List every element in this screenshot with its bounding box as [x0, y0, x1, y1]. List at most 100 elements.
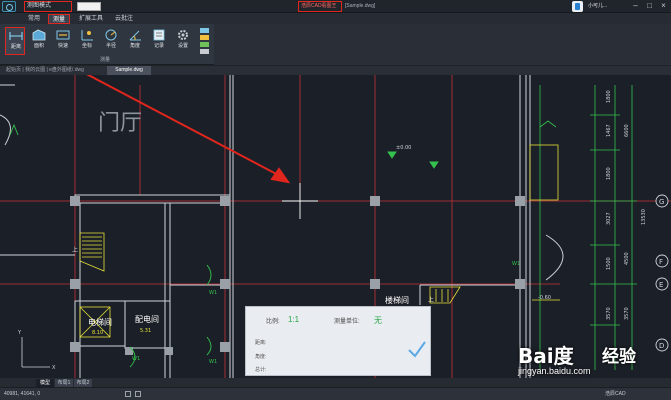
tab-layout-1[interactable]: 布局1: [55, 379, 73, 387]
angle-result-label: 角度:: [255, 354, 267, 360]
crosshair-cursor: [282, 183, 318, 219]
mode-dropdown[interactable]: [77, 2, 101, 11]
ribbon-mini-tools: [200, 28, 210, 56]
watermark-url: jingyan.baidu.com: [518, 366, 591, 376]
coordinate-readout: 40981, 41641, 0: [4, 391, 41, 397]
axis-label-f: F: [659, 258, 663, 266]
stair-up-left: 上: [72, 246, 78, 254]
tab-cloud-annotation[interactable]: 云批注: [112, 14, 136, 24]
maximize-button[interactable]: □: [645, 1, 654, 11]
room-label-elevator: 电梯间: [88, 317, 112, 327]
document-title: [Sample.dwg]: [345, 3, 376, 9]
room-label-lobby: 门厅: [98, 111, 142, 136]
dimension-text: 3570: [606, 307, 612, 320]
mini-tool-icon[interactable]: [200, 28, 209, 33]
quick-icon: [56, 30, 70, 40]
breadcrumb[interactable]: 起始页 | 我的云图 | e盘外图纸/.dwg: [6, 66, 84, 75]
close-button[interactable]: ×: [659, 1, 668, 11]
axis-label-e: E: [659, 281, 663, 289]
username: 小可儿...: [588, 3, 608, 9]
mini-tool-icon[interactable]: [200, 35, 209, 40]
tab-measure[interactable]: 测量: [48, 14, 70, 24]
dimension-text: 1800: [606, 167, 612, 180]
scale-value[interactable]: 1:1: [288, 315, 299, 324]
area-icon: [32, 29, 46, 41]
zoom-icon[interactable]: [135, 391, 141, 397]
mode-label: 测图模式: [27, 3, 52, 9]
axis-bubbles: [655, 194, 669, 352]
distance-icon: [9, 32, 23, 40]
app-title: 浩辰CAD看图王: [298, 1, 342, 12]
dimension-text: 3027: [606, 212, 612, 225]
ribbon-group-label: 测量: [100, 57, 111, 63]
dimension-text: 1800: [606, 90, 612, 103]
avatar[interactable]: [572, 1, 583, 12]
record-button[interactable]: 记录: [149, 27, 169, 55]
window-label: W1: [132, 356, 140, 362]
settings-icon: [178, 30, 188, 40]
tab-sample-dwg[interactable]: Sample.dwg: [107, 66, 151, 75]
mini-tool-icon[interactable]: [200, 49, 209, 54]
stair-up-right: 上: [428, 296, 434, 304]
settings-label: 设置: [177, 43, 188, 49]
room-label-power: 配电间: [135, 314, 159, 324]
status-bar: 40981, 41641, 0 浩辰CAD: [0, 387, 671, 400]
cad-viewer-window: 测图模式 浩辰CAD看图王 [Sample.dwg] 小可儿... – □ × …: [0, 0, 671, 400]
ribbon-empty-area: [214, 24, 671, 65]
dimension-text: 13530: [641, 209, 647, 225]
distance-button[interactable]: 距离: [5, 27, 25, 55]
settings-button[interactable]: 设置: [173, 27, 193, 55]
ucs-y-label: Y: [17, 330, 22, 336]
measurement-panel: 比例: 1:1 测量单位: 无 距离: 角度: 总计:: [245, 306, 431, 376]
tab-common[interactable]: 常用: [24, 14, 44, 24]
check-icon[interactable]: [407, 339, 427, 359]
window-label: W1: [512, 261, 520, 267]
radius-icon: [105, 29, 117, 41]
angle-button[interactable]: 角度: [125, 27, 145, 55]
window-label: W1: [209, 359, 217, 365]
coordinate-icon: [81, 30, 93, 41]
room-label-right: 楼梯间: [385, 295, 409, 305]
window-label: W1: [209, 290, 217, 296]
unit-label: 测量单位:: [334, 319, 360, 325]
baidu-watermark: Bai度 经验 jingyan.baidu.com: [518, 340, 668, 384]
minimize-button[interactable]: –: [631, 1, 640, 11]
fullscreen-icon[interactable]: [125, 391, 131, 397]
tab-layout-2[interactable]: 布局2: [74, 379, 92, 387]
power-area-text: 5.31: [140, 328, 151, 334]
title-bar: 测图模式 浩辰CAD看图王 [Sample.dwg] 小可儿... – □ ×: [0, 0, 671, 13]
record-icon: [153, 29, 165, 41]
annotation-arrow: [86, 75, 291, 184]
ucs-icon: [21, 337, 50, 368]
dimension-text: 4500: [624, 252, 630, 265]
axis-label-g: G: [659, 198, 664, 206]
app-logo-icon[interactable]: [2, 1, 16, 12]
user-account[interactable]: 小可儿...: [572, 0, 622, 13]
watermark-brand: Bai度: [518, 344, 574, 368]
mode-selector[interactable]: 测图模式: [24, 1, 101, 12]
elevator-area-text: 8.10: [92, 330, 103, 336]
ucs-x-label: X: [52, 365, 56, 371]
elevation-mark-1: ±0.00: [396, 145, 411, 151]
total-result-label: 总计:: [255, 367, 267, 373]
quick-button[interactable]: 快速: [53, 27, 73, 55]
radius-button[interactable]: 半径: [101, 27, 121, 55]
watermark-site: 经验: [602, 347, 636, 366]
distance-result-label: 距离:: [255, 340, 267, 346]
mini-tool-icon[interactable]: [200, 42, 209, 47]
dimension-text: 3570: [624, 307, 630, 320]
tab-extension-tools[interactable]: 扩展工具: [76, 14, 106, 24]
dimension-lines: [539, 85, 637, 370]
coordinate-button[interactable]: 坐标: [77, 27, 97, 55]
menu-bar: 常用 测量 扩展工具 云批注: [0, 13, 671, 24]
status-right-text: 浩辰CAD: [605, 391, 626, 397]
scale-label: 比例:: [266, 319, 280, 325]
tab-model[interactable]: 模型: [36, 379, 54, 387]
elevation-mark-2: -0.60: [538, 295, 551, 301]
area-button[interactable]: 面积: [29, 27, 49, 55]
dimension-text: 1500: [606, 257, 612, 270]
unit-value[interactable]: 无: [374, 315, 382, 326]
dimension-text: 1467: [606, 124, 612, 137]
angle-icon: [129, 30, 141, 41]
dimension-texts: 1800 1467 6600 1800 3027 4500 13530 1500…: [606, 90, 647, 320]
